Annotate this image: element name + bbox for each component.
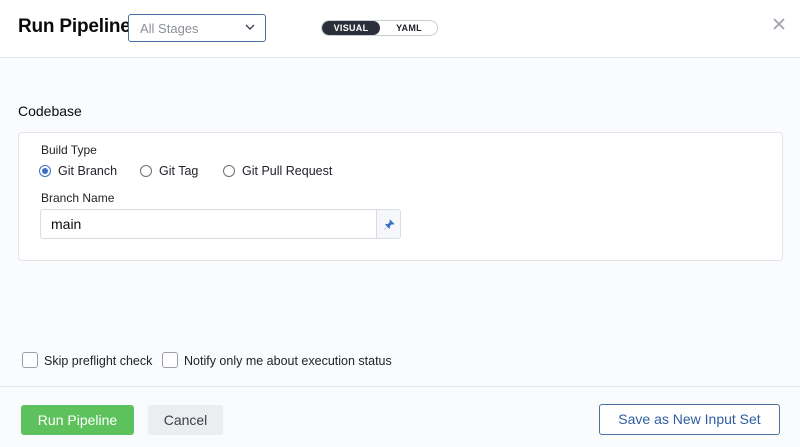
radio-git-branch-label: Git Branch bbox=[58, 164, 118, 178]
codebase-section-title: Codebase bbox=[18, 103, 82, 119]
toggle-visual[interactable]: VISUAL bbox=[322, 21, 380, 35]
chevron-down-icon bbox=[245, 24, 255, 30]
build-type-label: Build Type bbox=[41, 143, 97, 157]
radio-git-pull-request-label: Git Pull Request bbox=[242, 164, 333, 178]
checkbox-box bbox=[162, 352, 178, 368]
stage-select-dropdown[interactable]: All Stages bbox=[128, 14, 266, 42]
save-input-set-button[interactable]: Save as New Input Set bbox=[599, 404, 780, 435]
stage-select-value: All Stages bbox=[140, 21, 199, 36]
close-icon[interactable] bbox=[772, 17, 786, 31]
skip-preflight-label: Skip preflight check bbox=[44, 354, 153, 368]
pin-button[interactable] bbox=[376, 209, 401, 239]
radio-selected-icon bbox=[39, 165, 51, 177]
run-pipeline-modal: Run Pipeline All Stages VISUAL YAML Code… bbox=[0, 0, 800, 447]
checkbox-box bbox=[22, 352, 38, 368]
cancel-button[interactable]: Cancel bbox=[148, 405, 223, 435]
branch-name-label: Branch Name bbox=[41, 191, 115, 205]
modal-title: Run Pipeline bbox=[18, 16, 131, 37]
view-mode-toggle: VISUAL YAML bbox=[321, 20, 438, 36]
branch-name-input[interactable] bbox=[40, 209, 376, 239]
radio-unselected-icon bbox=[140, 165, 152, 177]
modal-header: Run Pipeline All Stages VISUAL YAML bbox=[0, 0, 800, 58]
run-pipeline-button[interactable]: Run Pipeline bbox=[21, 405, 134, 435]
radio-git-tag-label: Git Tag bbox=[159, 164, 199, 178]
toggle-yaml[interactable]: YAML bbox=[380, 21, 437, 35]
radio-unselected-icon bbox=[223, 165, 235, 177]
codebase-card bbox=[18, 132, 783, 261]
notify-only-me-label: Notify only me about execution status bbox=[184, 354, 392, 368]
pin-icon bbox=[384, 219, 395, 230]
